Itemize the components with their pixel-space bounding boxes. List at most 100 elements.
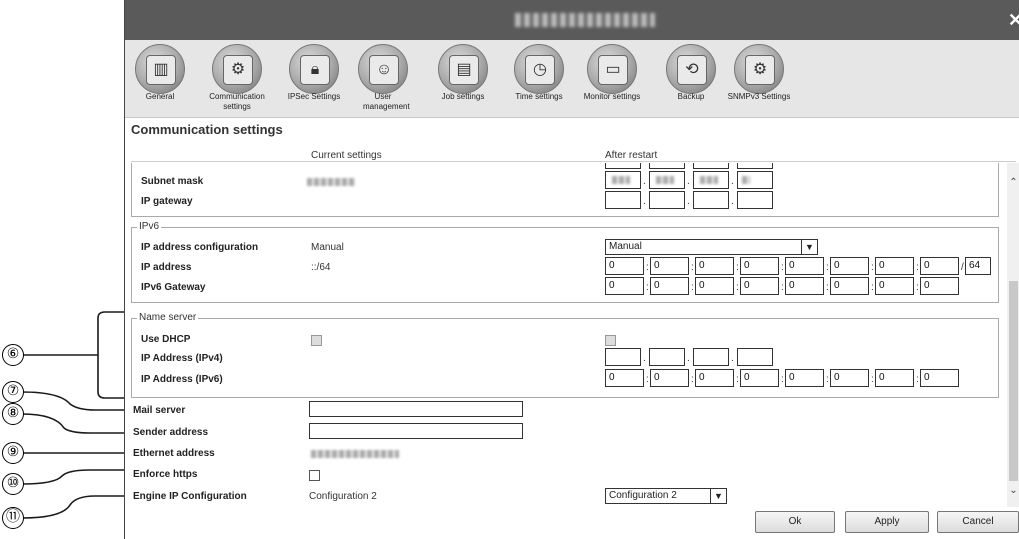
cancel-button[interactable]: Cancel	[937, 511, 1019, 533]
use-dhcp-label: Use DHCP	[141, 334, 191, 345]
callout-9: ⑨	[2, 442, 24, 464]
ip-config-select[interactable]: Manual ▼	[605, 239, 818, 255]
mail-server-label: Mail server	[133, 405, 186, 416]
lock-network-icon: 🔒︎	[300, 55, 330, 85]
ipv6-address-field-2[interactable]: 0	[650, 257, 689, 275]
ipv4-top-field-3[interactable]	[693, 163, 729, 169]
scrollbar-thumb[interactable]	[1009, 281, 1018, 481]
ethernet-address-label: Ethernet address	[133, 448, 215, 459]
scroll-down-icon[interactable]: ⌄	[1007, 485, 1019, 497]
gateway-field-3[interactable]	[693, 191, 729, 209]
column-header-current: Current settings	[311, 150, 382, 161]
ipv4-top-field-2[interactable]	[649, 163, 685, 169]
callout-8: ⑧	[2, 403, 24, 425]
subnet-mask-label: Subnet mask	[141, 176, 204, 187]
tool-user-management[interactable]: ☺ User management	[351, 40, 415, 118]
sender-address-label: Sender address	[133, 427, 209, 438]
ipv6-address-field-5[interactable]: 0	[785, 257, 824, 275]
tool-time-settings[interactable]: ◷ Time settings	[509, 40, 569, 118]
gateway-field-4[interactable]	[737, 191, 773, 209]
tool-monitor-settings[interactable]: ▭ Monitor settings	[577, 40, 647, 118]
ipv6-gateway-field-5[interactable]: 0	[785, 277, 824, 295]
main-content: Communication settings Current settings …	[125, 118, 1019, 539]
tool-communication-label: Communication settings	[209, 92, 265, 111]
apply-button[interactable]: Apply	[845, 511, 929, 533]
dns-ipv4-field-1[interactable]	[605, 348, 641, 366]
dns-ipv6-field-4[interactable]: 0	[740, 369, 779, 387]
dns-ipv6-label: IP Address (IPv6)	[141, 374, 223, 385]
subnet-mask-current-blurred	[307, 178, 355, 186]
snmp-icon: ⚙	[745, 55, 775, 85]
dns-ipv4-field-2[interactable]	[649, 348, 685, 366]
subnet-field-2[interactable]	[649, 171, 685, 189]
network-icon: ⚙	[223, 55, 253, 85]
dns-ipv6-field-8[interactable]: 0	[920, 369, 959, 387]
tool-backup-label: Backup	[677, 92, 705, 101]
tool-ipsec-label: IPSec Settings	[287, 92, 341, 101]
dns-ipv6-field-1[interactable]: 0	[605, 369, 644, 387]
ok-button[interactable]: Ok	[755, 511, 835, 533]
ipv6-address-field-7[interactable]: 0	[875, 257, 914, 275]
subnet-field-3[interactable]	[693, 171, 729, 189]
ipv6-address-label: IP address	[141, 262, 192, 273]
gateway-field-1[interactable]	[605, 191, 641, 209]
dns-ipv6-field-6[interactable]: 0	[830, 369, 869, 387]
engine-ip-config-select[interactable]: Configuration 2 ▼	[605, 488, 727, 504]
engine-ip-config-current: Configuration 2	[309, 491, 377, 502]
ipv6-gateway-field-7[interactable]: 0	[875, 277, 914, 295]
subnet-field-1[interactable]	[605, 171, 641, 189]
ipv6-address-field-3[interactable]: 0	[695, 257, 734, 275]
ipv6-address-current: ::/64	[311, 262, 331, 273]
tool-job-settings-label: Job settings	[441, 92, 485, 101]
ipv6-gateway-field-8[interactable]: 0	[920, 277, 959, 295]
ipv6-gateway-field-2[interactable]: 0	[650, 277, 689, 295]
subnet-field-4[interactable]	[737, 171, 773, 189]
chevron-down-icon: ▼	[801, 240, 817, 254]
tool-snmpv3-label: SNMPv3 Settings	[727, 92, 791, 101]
gateway-field-2[interactable]	[649, 191, 685, 209]
ipv4-top-field-1[interactable]	[605, 163, 641, 169]
close-icon[interactable]: ✕	[1008, 11, 1019, 29]
settings-toolbar: ▥ General ⚙ Communication settings 🔒︎ IP…	[125, 40, 1019, 118]
document-icon: ▤	[449, 55, 479, 85]
settings-scroll-area[interactable]: Subnet mask . . . IP gateway . . . IPv6 …	[129, 163, 1009, 507]
ipv6-gateway-field-6[interactable]: 0	[830, 277, 869, 295]
users-icon: ☺	[369, 55, 399, 85]
ipv6-address-field-4[interactable]: 0	[740, 257, 779, 275]
ipv6-address-field-1[interactable]: 0	[605, 257, 644, 275]
tool-communication[interactable]: ⚙ Communication settings	[203, 40, 271, 118]
ipv6-gateway-field-4[interactable]: 0	[740, 277, 779, 295]
tool-general[interactable]: ▥ General	[131, 40, 189, 118]
tool-job-settings[interactable]: ▤ Job settings	[435, 40, 491, 118]
vertical-scrollbar[interactable]: ⌃ ⌄	[1007, 163, 1019, 507]
ipv6-gateway-field-1[interactable]: 0	[605, 277, 644, 295]
tool-general-label: General	[145, 92, 175, 101]
tool-snmpv3[interactable]: ⚙ SNMPv3 Settings	[721, 40, 797, 118]
dns-ipv6-field-2[interactable]: 0	[650, 369, 689, 387]
use-dhcp-checkbox[interactable]	[605, 335, 616, 346]
ipv6-prefix-field[interactable]: 64	[965, 257, 991, 275]
ipv6-address-field-6[interactable]: 0	[830, 257, 869, 275]
scroll-up-icon[interactable]: ⌃	[1007, 177, 1019, 189]
ipv6-gateway-field-3[interactable]: 0	[695, 277, 734, 295]
tool-backup[interactable]: ⟲ Backup	[665, 40, 717, 118]
ipv4-fieldset	[131, 163, 999, 217]
dns-ipv6-field-7[interactable]: 0	[875, 369, 914, 387]
tool-ipsec[interactable]: 🔒︎ IPSec Settings	[281, 40, 347, 118]
dns-ipv6-field-5[interactable]: 0	[785, 369, 824, 387]
chevron-down-icon: ▼	[710, 489, 726, 503]
mail-server-input[interactable]	[309, 401, 523, 417]
enforce-https-checkbox[interactable]	[309, 470, 320, 481]
dns-ipv4-field-3[interactable]	[693, 348, 729, 366]
ipv4-top-field-4[interactable]	[737, 163, 773, 169]
page-title: Communication settings	[131, 122, 283, 137]
monitor-icon: ▭	[598, 55, 628, 85]
ipv6-address-field-8[interactable]: 0	[920, 257, 959, 275]
sender-address-input[interactable]	[309, 423, 523, 439]
dns-ipv4-field-4[interactable]	[737, 348, 773, 366]
clock-icon: ◷	[525, 55, 555, 85]
name-server-legend: Name server	[137, 312, 199, 323]
dns-ipv4-label: IP Address (IPv4)	[141, 353, 223, 364]
dns-ipv6-field-3[interactable]: 0	[695, 369, 734, 387]
window-title-blurred	[515, 13, 655, 27]
